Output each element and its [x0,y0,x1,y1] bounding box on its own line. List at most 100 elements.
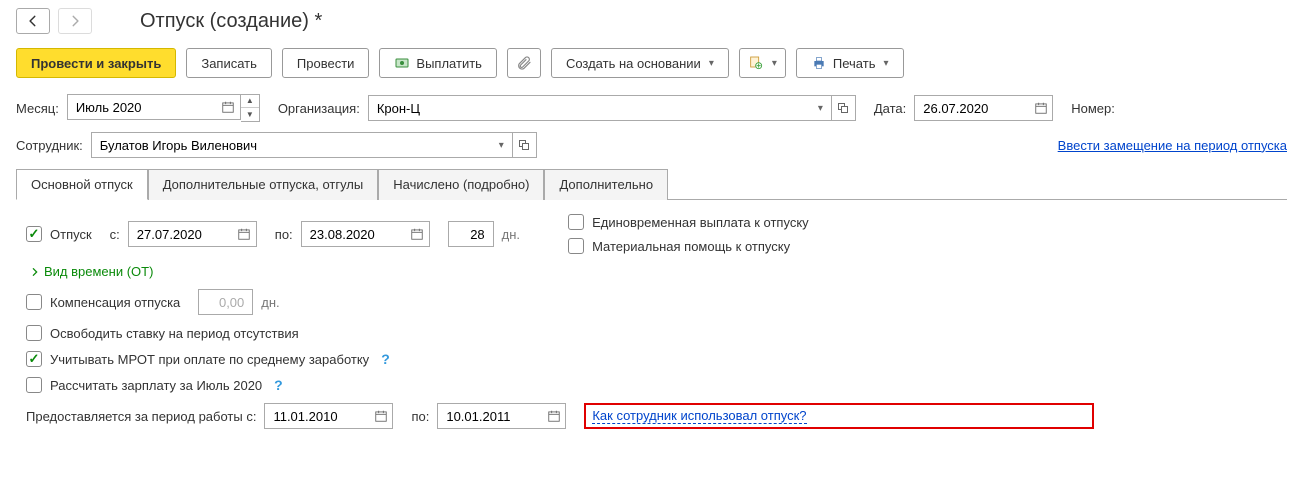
onetime-payment-label: Единовременная выплата к отпуску [592,215,809,230]
money-icon [394,55,410,71]
to-date-input[interactable] [301,221,406,247]
org-input[interactable] [368,95,808,121]
period-from-text[interactable] [271,408,363,425]
date-calendar-button[interactable] [1029,95,1053,121]
vacation-checkbox[interactable] [26,226,42,242]
free-rate-label: Освободить ставку на период отсутствия [50,326,299,341]
from-date-text[interactable] [135,226,227,243]
tabs: Основной отпуск Дополнительные отпуска, … [16,168,1287,200]
compensation-unit: дн. [261,295,279,310]
calendar-icon [1034,101,1048,115]
org-dropdown-button[interactable]: ▾ [808,95,832,121]
vacation-usage-link[interactable]: Как сотрудник использовал отпуск? [592,408,806,424]
print-label: Печать [833,56,876,71]
arrow-right-icon [68,14,82,28]
vacation-label: Отпуск [50,227,92,242]
days-input[interactable] [448,221,494,247]
calc-salary-checkbox[interactable] [26,377,42,393]
calc-salary-label: Рассчитать зарплату за Июль 2020 [50,378,262,393]
attach-button[interactable] [507,48,541,78]
compensation-checkbox[interactable] [26,294,42,310]
tab-accruals[interactable]: Начислено (подробно) [378,169,544,200]
post-and-close-button[interactable]: Провести и закрыть [16,48,176,78]
paperclip-icon [516,55,532,71]
onetime-payment-checkbox[interactable] [568,214,584,230]
period-to-calendar-button[interactable] [542,403,566,429]
employee-input-text[interactable] [98,137,483,154]
chevron-down-icon: ▾ [709,58,714,69]
employee-open-button[interactable] [513,132,537,158]
pay-button[interactable]: Выплатить [379,48,497,78]
date-field-group [914,95,1053,121]
mrot-label: Учитывать МРОТ при оплате по среднему за… [50,352,369,367]
month-field-group: ▲ ▼ [67,94,260,122]
to-date-group [301,221,430,247]
calc-salary-help[interactable]: ? [274,377,283,393]
chevron-right-icon [30,267,40,277]
time-type-label: Вид времени (ОТ) [44,264,153,279]
period-from-calendar-button[interactable] [369,403,393,429]
calendar-icon [410,227,424,241]
nav-forward-button [58,8,92,34]
free-rate-checkbox[interactable] [26,325,42,341]
time-type-link[interactable]: Вид времени (ОТ) [30,264,153,279]
chevron-down-icon: ▾ [883,58,888,69]
save-button[interactable]: Записать [186,48,272,78]
period-to-label: по: [411,409,429,424]
employee-dropdown-button[interactable]: ▾ [489,132,513,158]
spinner-up[interactable]: ▲ [241,95,259,108]
employee-input[interactable] [91,132,489,158]
calendar-icon [237,227,251,241]
days-text[interactable] [455,226,487,243]
org-open-button[interactable] [832,95,856,121]
to-date-calendar-button[interactable] [406,221,430,247]
material-help-checkbox[interactable] [568,238,584,254]
print-button[interactable]: Печать ▾ [796,48,904,78]
org-input-text[interactable] [375,100,802,117]
employee-label: Сотрудник: [16,138,83,153]
calendar-icon [221,100,235,114]
to-date-text[interactable] [308,226,400,243]
month-calendar-button[interactable] [217,94,241,120]
from-label: с: [110,227,120,242]
from-date-group [128,221,257,247]
spinner-down[interactable]: ▼ [241,108,259,121]
create-based-label: Создать на основании [566,56,701,71]
page-gear-icon [748,55,764,71]
usage-highlight-box: Как сотрудник использовал отпуск? [584,403,1094,429]
open-external-icon [518,139,530,151]
period-from-input[interactable] [264,403,369,429]
post-button[interactable]: Провести [282,48,370,78]
period-to-text[interactable] [444,408,536,425]
org-field-group: ▾ [368,95,856,121]
compensation-input[interactable] [198,289,253,315]
mrot-help[interactable]: ? [381,351,390,367]
date-input[interactable] [914,95,1029,121]
substitution-link[interactable]: Ввести замещение на период отпуска [1058,138,1287,153]
to-label: по: [275,227,293,242]
from-date-calendar-button[interactable] [233,221,257,247]
month-input-text[interactable] [74,99,211,116]
date-input-text[interactable] [921,100,1023,117]
chevron-down-icon: ▾ [499,140,504,151]
extra-menu-button[interactable]: ▾ [739,48,786,78]
from-date-input[interactable] [128,221,233,247]
page-title: Отпуск (создание) * [140,10,322,33]
nav-back-button[interactable] [16,8,50,34]
create-based-on-button[interactable]: Создать на основании ▾ [551,48,729,78]
tab-additional-vacations[interactable]: Дополнительные отпуска, отгулы [148,169,379,200]
tab-extra[interactable]: Дополнительно [544,169,668,200]
period-from-group [264,403,393,429]
pay-label: Выплатить [416,56,482,71]
days-unit: дн. [502,227,520,242]
month-input[interactable] [67,94,217,120]
tab-main-vacation[interactable]: Основной отпуск [16,169,148,200]
period-to-group [437,403,566,429]
period-to-input[interactable] [437,403,542,429]
month-label: Месяц: [16,101,59,116]
material-help-label: Материальная помощь к отпуску [592,239,790,254]
compensation-text[interactable] [205,294,246,311]
printer-icon [811,55,827,71]
mrot-checkbox[interactable] [26,351,42,367]
month-spinner[interactable]: ▲ ▼ [241,94,260,122]
